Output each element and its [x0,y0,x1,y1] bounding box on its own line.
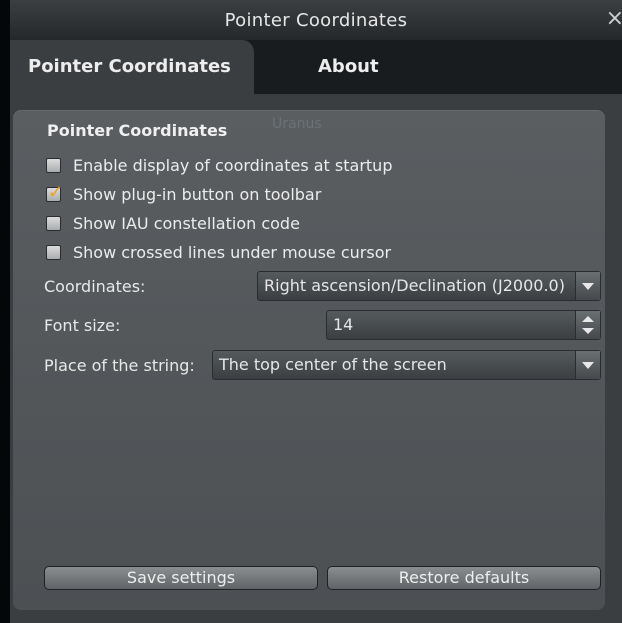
checkbox-unchecked-icon[interactable] [46,244,61,260]
place-dropdown[interactable]: The top center of the screen [212,350,601,380]
checkbox-show-iau-code[interactable]: Show IAU constellation code [46,213,300,233]
coordinates-value: Right ascension/Declination (J2000.0) [264,276,565,295]
tab-bar: Pointer Coordinates About [10,40,622,94]
font-size-value: 14 [333,315,354,334]
place-label: Place of the string: [44,356,195,375]
chevron-down-icon[interactable] [575,351,600,379]
spin-arrows-icon[interactable] [575,311,600,339]
font-size-label: Font size: [44,316,121,335]
font-size-spinbox[interactable]: 14 [326,310,601,340]
close-icon[interactable]: × [606,6,622,31]
save-settings-button[interactable]: Save settings [44,566,318,590]
restore-defaults-button[interactable]: Restore defaults [327,566,601,590]
window-title: Pointer Coordinates [224,10,408,31]
coordinates-label: Coordinates: [44,277,146,296]
spin-up-icon[interactable] [582,316,594,322]
checkbox-unchecked-icon[interactable] [46,215,61,231]
tab-pointer-coordinates[interactable]: Pointer Coordinates [10,40,254,94]
tab-about[interactable]: About [318,40,379,94]
place-value: The top center of the screen [219,355,447,374]
title-bar[interactable]: Pointer Coordinates × [10,0,622,40]
background-object-label: Uranus [272,116,322,132]
checkbox-label: Show plug-in button on toolbar [73,184,322,204]
group-title: Pointer Coordinates [47,121,228,140]
checkbox-unchecked-icon[interactable] [46,157,61,173]
checkbox-label: Show crossed lines under mouse cursor [73,242,392,262]
checkbox-show-crossed-lines[interactable]: Show crossed lines under mouse cursor [46,242,391,262]
coordinates-dropdown[interactable]: Right ascension/Declination (J2000.0) [257,271,601,301]
chevron-down-icon[interactable] [575,272,600,300]
checkbox-enable-at-startup[interactable]: Enable display of coordinates at startup [46,155,392,175]
checkmark-icon: ✓ [48,181,64,203]
checkbox-checked-icon[interactable]: ✓ [46,182,63,203]
checkbox-show-toolbar-button[interactable]: ✓ Show plug-in button on toolbar [46,182,322,204]
checkbox-label: Enable display of coordinates at startup [73,155,393,175]
spin-down-icon[interactable] [582,328,594,334]
checkbox-label: Show IAU constellation code [73,213,300,233]
